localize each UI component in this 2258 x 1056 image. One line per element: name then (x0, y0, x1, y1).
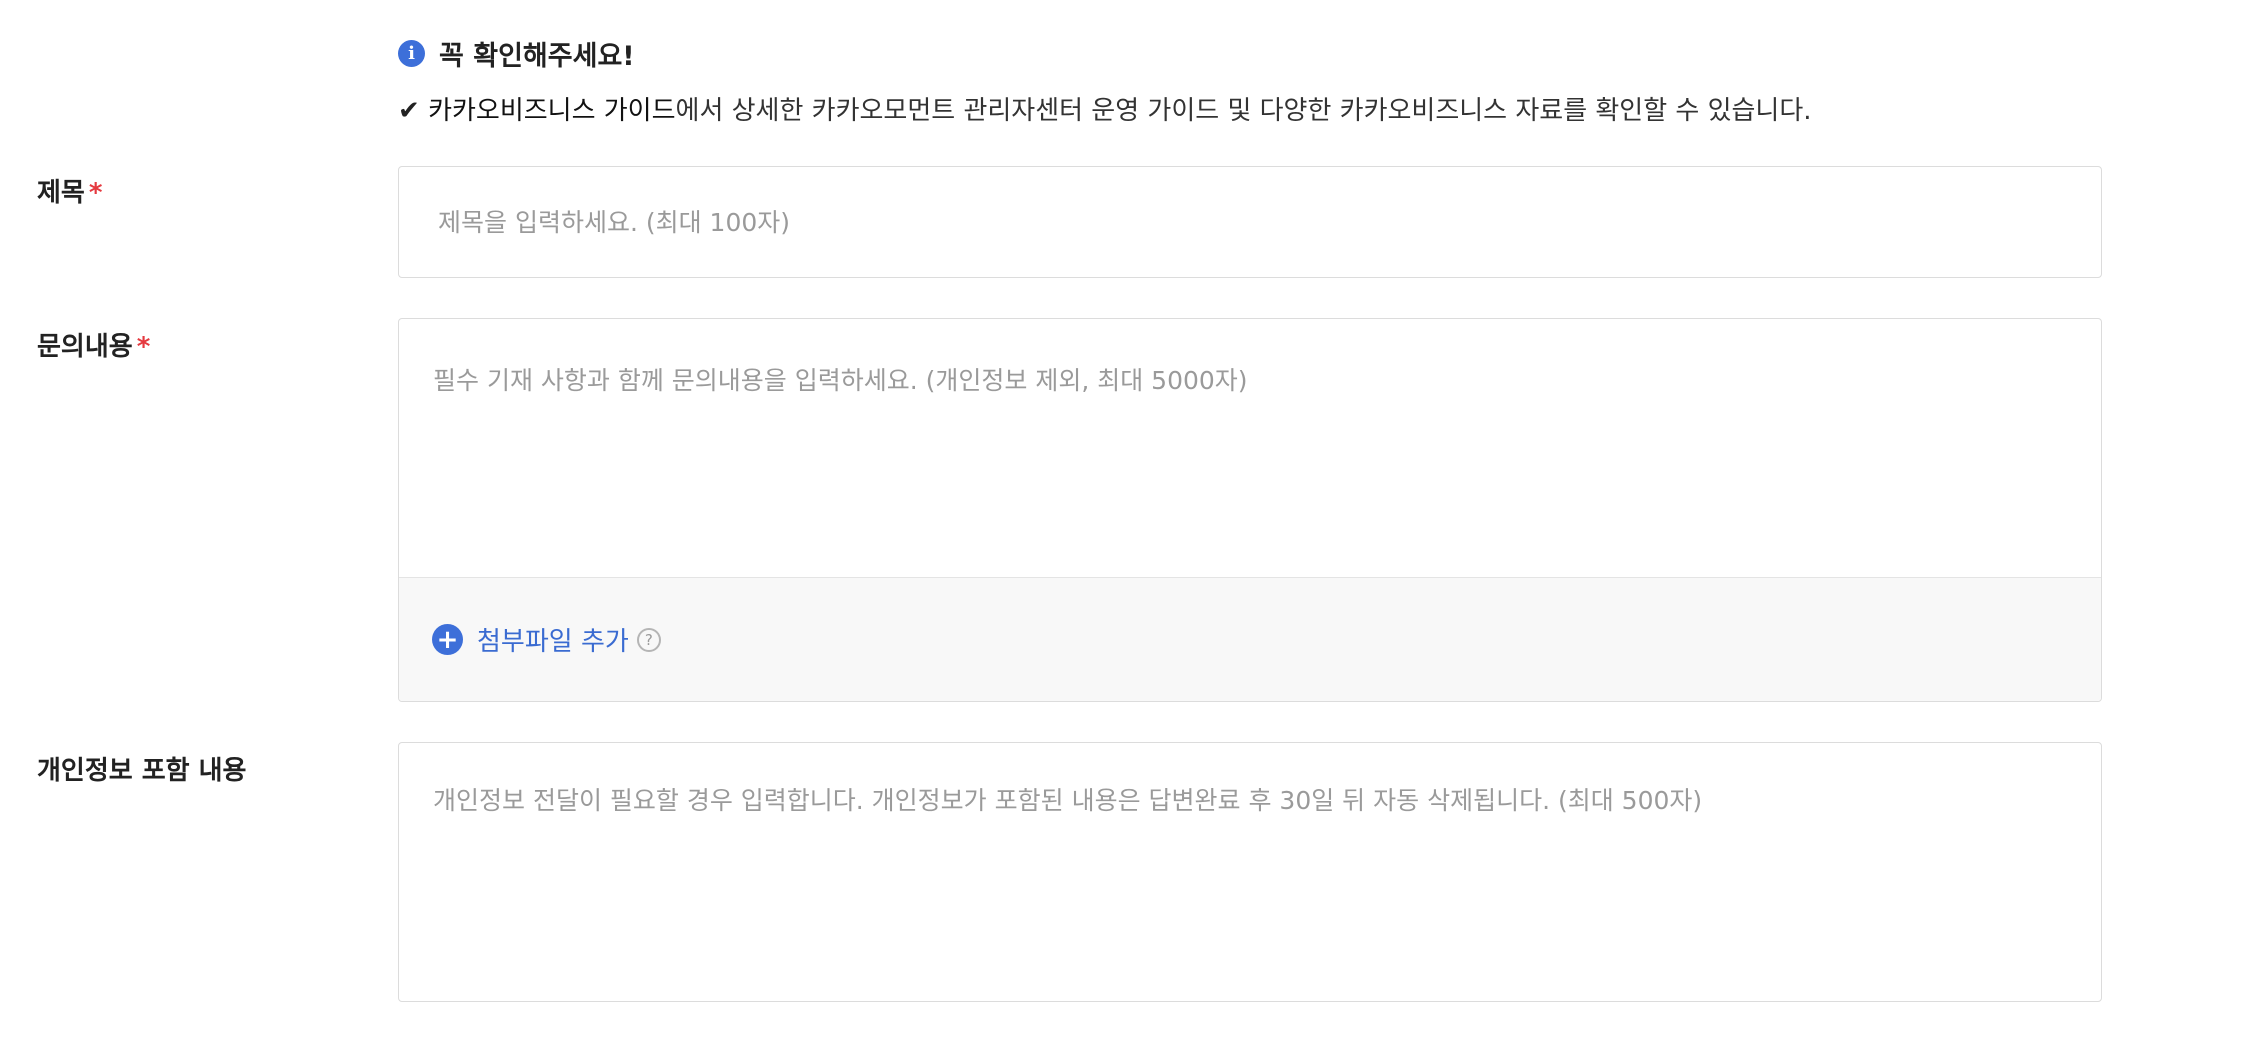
title-label: 제목 * (37, 172, 102, 209)
title-label-text: 제목 (37, 178, 85, 208)
required-mark: * (136, 332, 151, 362)
content-textarea[interactable] (399, 319, 2101, 577)
content-label: 문의내용 * (37, 326, 150, 363)
info-icon: i (398, 40, 425, 67)
content-field: + 첨부파일 추가 ? (398, 318, 2102, 702)
attach-bar: + 첨부파일 추가 ? (399, 577, 2101, 701)
content-label-text: 문의내용 (37, 332, 133, 362)
notice-text: ✔ 카카오비즈니스 가이드에서 상세한 카카오모먼트 관리자센터 운영 가이드 … (398, 90, 1812, 127)
required-mark: * (88, 178, 103, 208)
help-icon[interactable]: ? (636, 627, 661, 652)
plus-circle-icon[interactable]: + (432, 624, 463, 655)
inquiry-form: i 꼭 확인해주세요! ✔ 카카오비즈니스 가이드에서 상세한 카카오모먼트 관… (0, 0, 2258, 1056)
add-attachment-button[interactable]: 첨부파일 추가 (477, 621, 629, 658)
guide-link[interactable]: 카카오비즈니스 가이드 (428, 96, 675, 126)
personal-label-text: 개인정보 포함 내용 (37, 756, 247, 786)
title-field (398, 166, 2102, 278)
personal-label: 개인정보 포함 내용 (37, 750, 246, 787)
personal-textarea[interactable] (399, 743, 2101, 1001)
personal-field (398, 742, 2102, 1002)
title-input[interactable] (438, 167, 2062, 277)
notice-body: 에서 상세한 카카오모먼트 관리자센터 운영 가이드 및 다양한 카카오비즈니스… (675, 96, 1812, 126)
notice-title: i 꼭 확인해주세요! (398, 34, 635, 73)
check-icon: ✔ (398, 96, 420, 126)
notice-title-text: 꼭 확인해주세요! (439, 41, 635, 72)
